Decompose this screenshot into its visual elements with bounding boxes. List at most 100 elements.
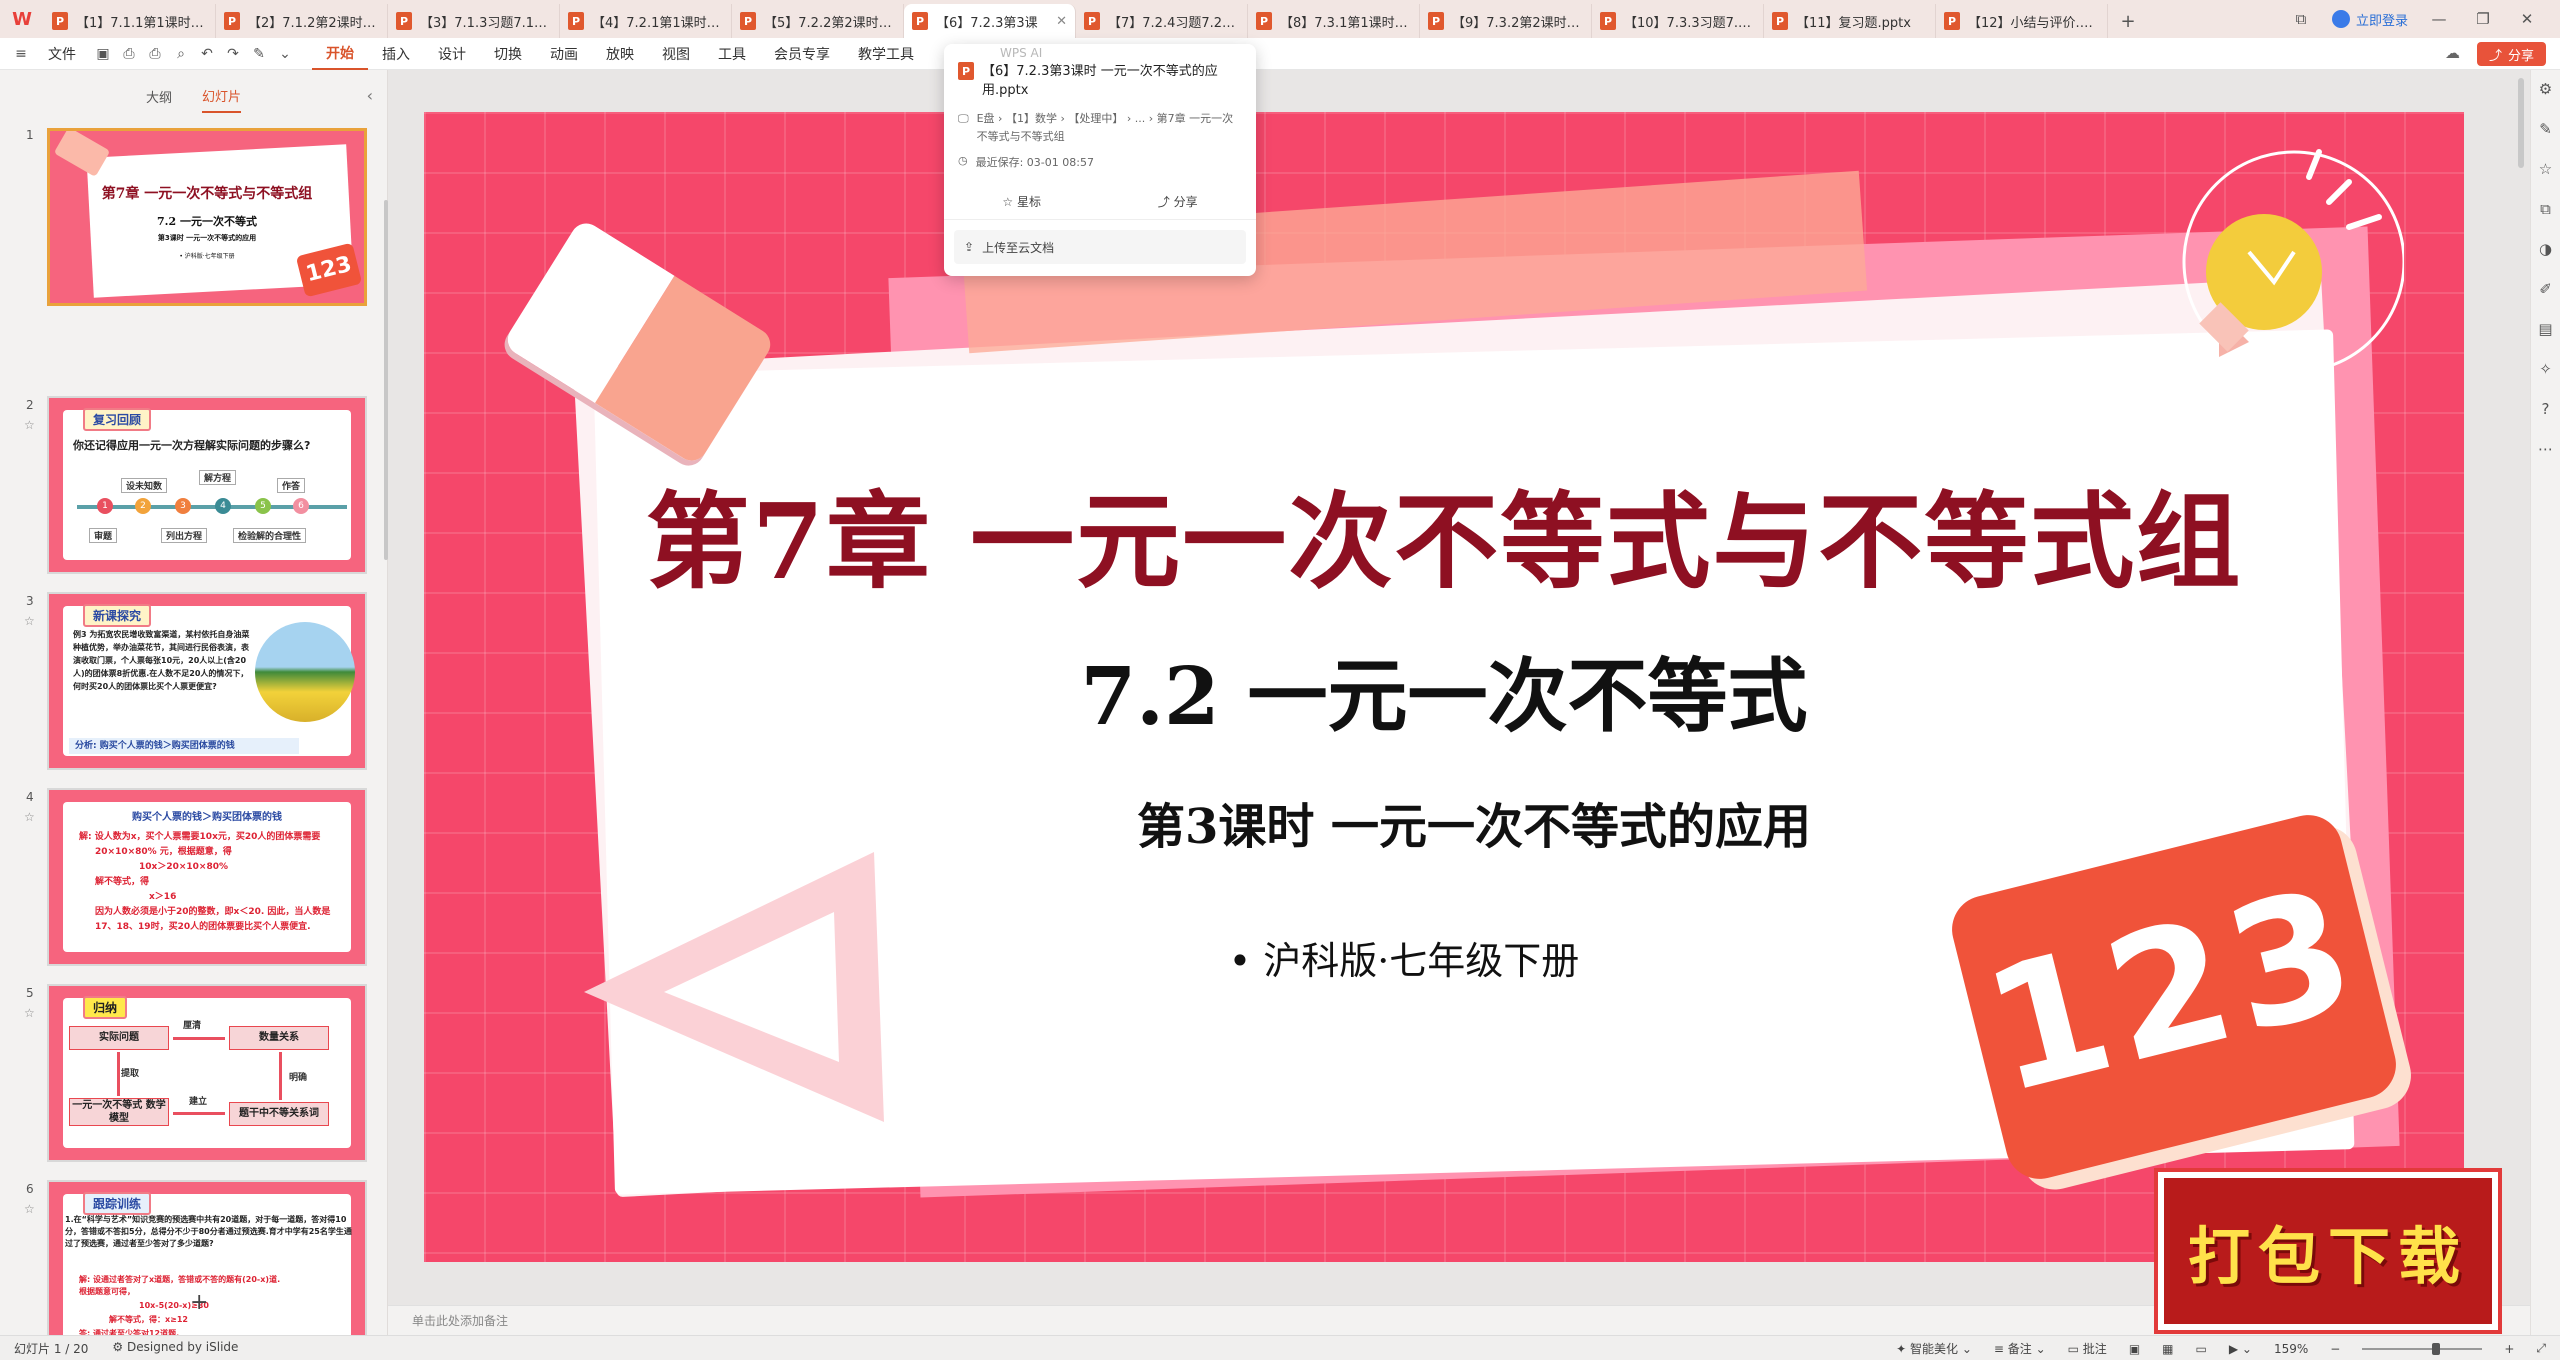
- thumb-line: 解不等式，得：x≥12: [109, 1315, 188, 1324]
- menu-item[interactable]: 视图: [648, 38, 704, 70]
- reading-view-icon[interactable]: ▭: [2196, 1342, 2207, 1356]
- save-icon[interactable]: ▣: [90, 44, 116, 64]
- tab-file[interactable]: P 【4】7.2.1第1课时 一元: [560, 4, 732, 38]
- tab-list-icon[interactable]: ⧉: [2288, 10, 2314, 28]
- play-icon[interactable]: ▶ ⌄: [2229, 1342, 2252, 1356]
- slide-thumb-row[interactable]: 2 ☆ 复习回顾 你还记得应用一元一次方程解实际问题的步骤么? 1 2 3 4 …: [0, 268, 388, 574]
- menu-item[interactable]: 切换: [480, 38, 536, 70]
- close-icon[interactable]: ✕: [2514, 10, 2540, 28]
- slide-thumb-row[interactable]: 4 ☆ 购买个人票的钱＞购买团体票的钱 解: 设人数为x，买个人票需要10x元，…: [0, 660, 388, 966]
- tab-file[interactable]: P 【6】7.2.3第3课 ✕: [904, 4, 1076, 38]
- star-button[interactable]: ☆ 星标: [1002, 193, 1041, 210]
- notes-toggle-button[interactable]: ≡ 备注 ⌄: [1994, 1340, 2046, 1357]
- star-icon[interactable]: ☆: [24, 418, 35, 432]
- animation-icon[interactable]: ✧: [2539, 360, 2552, 378]
- copy-icon[interactable]: ⧉: [2540, 200, 2551, 218]
- slide-sorter-icon[interactable]: ▦: [2162, 1342, 2173, 1356]
- slide-thumb-row[interactable]: 3 ☆ 新课探究 例3 为拓宽农民增收致富渠道，某村依托自身油菜种植优势，举办油…: [0, 464, 388, 770]
- slide-lesson[interactable]: 第3课时 一元一次不等式的应用: [424, 787, 2464, 857]
- collapse-panel-icon[interactable]: ‹: [367, 86, 373, 105]
- chevron-down-icon[interactable]: ⌄: [272, 44, 298, 64]
- menu-item[interactable]: 动画: [536, 38, 592, 70]
- tab-file[interactable]: P 【3】7.1.3习题7.1.pptx: [388, 4, 560, 38]
- more-icon[interactable]: ⋯: [2538, 440, 2553, 458]
- star-icon[interactable]: ☆: [2539, 160, 2552, 178]
- fit-window-icon[interactable]: ⤢: [2536, 1341, 2546, 1356]
- share-button[interactable]: ⤴ 分享: [2476, 42, 2546, 66]
- layout-icon[interactable]: ▤: [2538, 320, 2552, 338]
- file-menu[interactable]: 文件: [34, 38, 90, 70]
- wps-ai-label[interactable]: WPS AI: [1000, 46, 1042, 60]
- wps-logo-icon[interactable]: W: [0, 0, 44, 38]
- tab-file[interactable]: P 【8】7.3.1第1课时 一元: [1248, 4, 1420, 38]
- maximize-icon[interactable]: ❐: [2470, 10, 2496, 28]
- canvas-scrollbar[interactable]: [2518, 78, 2524, 168]
- tab-file[interactable]: P 【7】7.2.4习题7.2.pptx: [1076, 4, 1248, 38]
- tab-file[interactable]: P 【5】7.2.2第2课时 解较: [732, 4, 904, 38]
- zoom-out-icon[interactable]: −: [2330, 1342, 2340, 1356]
- menu-item[interactable]: 教学工具: [844, 38, 928, 70]
- preview-icon[interactable]: ⌕: [168, 44, 194, 64]
- menu-item[interactable]: 插入: [368, 38, 424, 70]
- login-button[interactable]: 立即登录: [2331, 10, 2408, 29]
- star-icon[interactable]: ☆: [24, 614, 35, 628]
- format-painter-icon[interactable]: ✎: [246, 44, 272, 64]
- undo-icon[interactable]: ↶: [194, 44, 220, 64]
- status-bar: 幻灯片 1 / 20 ⚙ Designed by iSlide ✦ 智能美化 ⌄…: [0, 1335, 2560, 1360]
- slide-thumb-row[interactable]: 5 ☆ 归纳 实际问题 数量关系 一元一次不等式 数学模型 题干中不等关系词 厘…: [0, 856, 388, 1162]
- slide-thumbnail[interactable]: 跟踪训练 1.在“科学与艺术”知识竞赛的预选赛中共有20道题，对于每一道题，答对…: [47, 1180, 367, 1356]
- slide-thumb-row[interactable]: 6 ☆ 跟踪训练 1.在“科学与艺术”知识竞赛的预选赛中共有20道题，对于每一道…: [0, 1052, 388, 1356]
- tab-bar: W P 【1】7.1.1第1课时 不等 P 【2】7.1.2第2课时 不等 P 【3】7.…: [0, 0, 2560, 38]
- thumb-heading: 购买个人票的钱＞购买团体票的钱: [132, 812, 282, 823]
- star-icon[interactable]: ☆: [24, 1202, 35, 1216]
- designed-by[interactable]: ⚙ Designed by iSlide: [112, 1340, 238, 1357]
- close-tab-icon[interactable]: ✕: [1056, 14, 1067, 29]
- tab-slides[interactable]: 幻灯片: [202, 80, 242, 113]
- export-pdf-icon[interactable]: ⎙: [116, 44, 142, 64]
- popup-file-name: 【6】7.2.3第3课时 一元一次不等式的应用.pptx: [982, 64, 1218, 98]
- brush-icon[interactable]: ✐: [2539, 280, 2552, 298]
- redo-icon[interactable]: ↷: [220, 44, 246, 64]
- hamburger-icon[interactable]: ≡: [8, 44, 34, 64]
- tab-file[interactable]: P 【9】7.3.2第2课时 解较: [1420, 4, 1592, 38]
- tab-outline[interactable]: 大纲: [146, 81, 172, 112]
- thumb-subtitle: 7.2 一元一次不等式: [157, 215, 257, 228]
- menu-item[interactable]: 工具: [704, 38, 760, 70]
- download-package-badge[interactable]: 打包下载: [2154, 1168, 2502, 1334]
- settings-icon[interactable]: ⚙: [2539, 80, 2552, 98]
- add-slide-button[interactable]: +: [190, 1290, 208, 1315]
- menu-item[interactable]: 开始: [312, 38, 368, 70]
- smart-beautify-button[interactable]: ✦ 智能美化 ⌄: [1896, 1340, 1972, 1357]
- tab-file[interactable]: P 【12】小结与评价.pptx: [1936, 4, 2108, 38]
- star-icon[interactable]: ☆: [24, 810, 35, 824]
- menu-item[interactable]: 会员专享: [760, 38, 844, 70]
- minimize-icon[interactable]: —: [2426, 10, 2452, 28]
- popup-share-button[interactable]: ⤴ 分享: [1158, 193, 1198, 210]
- tab-file[interactable]: P 【2】7.1.2第2课时 不等: [216, 4, 388, 38]
- menu-bar: ≡ 文件 ▣ ⎙ ⎙ ⌕ ↶ ↷ ✎ ⌄ 开始 插入 设计 切换 动画 放映 视图 工具 会员专…: [0, 38, 2560, 70]
- print-icon[interactable]: ⎙: [142, 44, 168, 64]
- normal-view-icon[interactable]: ▣: [2129, 1342, 2140, 1356]
- tab-file[interactable]: P 【1】7.1.1第1课时 不等: [44, 4, 216, 38]
- menu-item[interactable]: 设计: [424, 38, 480, 70]
- new-tab-button[interactable]: +: [2108, 4, 2148, 38]
- zoom-level[interactable]: 159%: [2274, 1342, 2308, 1356]
- slide-subtitle[interactable]: 7.2 一元一次不等式: [424, 632, 2464, 748]
- tab-file[interactable]: P 【10】7.3.3习题7.3.pptx: [1592, 4, 1764, 38]
- slide-title[interactable]: 第7章 一元一次不等式与不等式组: [424, 457, 2464, 608]
- palette-icon[interactable]: ◑: [2539, 240, 2552, 258]
- pen-icon[interactable]: ✎: [2539, 120, 2552, 138]
- zoom-in-icon[interactable]: +: [2504, 1342, 2514, 1356]
- star-icon[interactable]: ☆: [24, 1006, 35, 1020]
- popup-file-path[interactable]: E盘 › 【1】数学 › 【处理中】 › ... › 第7章 一元一次不等式与不…: [977, 110, 1244, 146]
- help-icon[interactable]: ?: [2542, 400, 2550, 418]
- zoom-slider[interactable]: [2362, 1342, 2483, 1355]
- menu-item[interactable]: 放映: [592, 38, 648, 70]
- comments-button[interactable]: ▭ 批注: [2068, 1340, 2107, 1357]
- thumb-badge: 复习回顾: [83, 408, 152, 431]
- upload-cloud-button[interactable]: ⇪ 上传至云文档: [954, 230, 1246, 264]
- slide-canvas[interactable]: 第7章 一元一次不等式与不等式组 7.2 一元一次不等式 第3课时 一元一次不等…: [424, 112, 2464, 1262]
- cloud-icon[interactable]: ☁: [2445, 44, 2460, 62]
- tab-file[interactable]: P 【11】复习题.pptx: [1764, 4, 1936, 38]
- zoom-slider-knob[interactable]: [2431, 1342, 2440, 1355]
